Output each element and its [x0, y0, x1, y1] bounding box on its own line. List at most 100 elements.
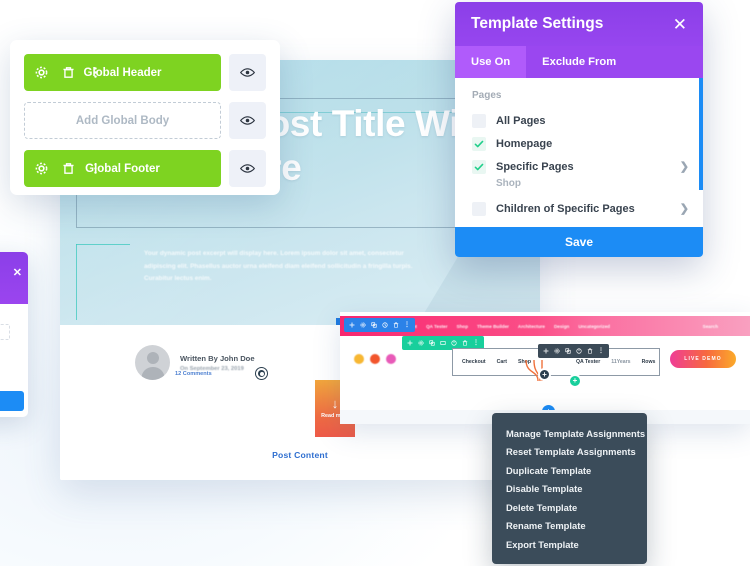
- trash-icon: [393, 322, 399, 328]
- global-template-panel: Global Header Add Global Body Global Foo…: [10, 40, 280, 195]
- option-row-specific-pages[interactable]: Specific Pages ❯: [455, 155, 703, 178]
- twitter-icon[interactable]: [370, 354, 380, 364]
- dots-icon[interactable]: ⋮: [598, 348, 604, 354]
- tab-use-on[interactable]: Use On: [455, 46, 527, 78]
- gear-icon[interactable]: [35, 162, 48, 175]
- trash-icon: [462, 340, 468, 346]
- option-label: Specific Pages: [496, 160, 574, 173]
- secondary-modal-header: ✕: [0, 252, 28, 304]
- instagram-icon[interactable]: [386, 354, 396, 364]
- preview-nav-item[interactable]: Theme Builder: [477, 324, 509, 329]
- global-footer-bar[interactable]: Global Footer: [24, 150, 221, 187]
- template-settings-header: Template Settings ✕: [455, 2, 703, 46]
- option-sublabel-shop: Shop: [496, 178, 521, 189]
- save-button[interactable]: Save: [455, 227, 703, 257]
- preview-add-module-button[interactable]: +: [538, 368, 551, 381]
- check-icon: [474, 163, 484, 170]
- template-settings-modal: Template Settings ✕ Use On Exclude From …: [455, 2, 703, 257]
- preview-menu-item[interactable]: QA Tester: [576, 359, 600, 365]
- checkbox-children-of-specific-pages[interactable]: [472, 201, 486, 216]
- row-add-button[interactable]: [256, 368, 267, 379]
- dots-icon[interactable]: [89, 66, 102, 79]
- close-icon[interactable]: ✕: [13, 268, 22, 279]
- preview-nav-item[interactable]: Shop: [457, 324, 468, 329]
- option-row-children-of-specific-pages[interactable]: Children of Specific Pages ❯: [455, 197, 703, 220]
- preview-nav-item[interactable]: Design: [554, 324, 569, 329]
- template-context-menu: Manage Template Assignments Reset Templa…: [492, 413, 647, 564]
- scrollbar-thumb[interactable]: [699, 78, 703, 190]
- comments-count: 12 Comments: [175, 371, 212, 377]
- add-global-body-button[interactable]: Add Global Body: [24, 102, 221, 139]
- option-label: Children of Specific Pages: [496, 202, 635, 215]
- checkbox-specific-pages[interactable]: [472, 159, 486, 174]
- clone-icon: [371, 322, 377, 328]
- menu-item-duplicate-template[interactable]: Duplicate Template: [492, 461, 647, 480]
- option-label: All Pages: [496, 114, 546, 127]
- menu-item-manage-template-assignments[interactable]: Manage Template Assignments: [492, 424, 647, 443]
- facebook-icon[interactable]: [354, 354, 364, 364]
- preview-add-row-button[interactable]: +: [568, 374, 582, 388]
- avatar: [135, 345, 170, 380]
- live-demo-button[interactable]: LIVE DEMO: [670, 350, 736, 368]
- preview-toolbar-dark[interactable]: ⋮: [538, 344, 609, 358]
- menu-item-reset-template-assignments[interactable]: Reset Template Assignments: [492, 443, 647, 462]
- move-icon: [349, 322, 355, 328]
- gear-icon[interactable]: [35, 66, 48, 79]
- hero-accent-top: [76, 244, 130, 245]
- preview-toolbar-blue[interactable]: ⋮: [344, 318, 415, 332]
- dots-icon[interactable]: [89, 162, 102, 175]
- preview-nav-item[interactable]: QA Tester: [426, 324, 447, 329]
- checkbox-all-pages[interactable]: [472, 113, 486, 128]
- preview-nav-item[interactable]: Uncategorized: [578, 324, 610, 329]
- secondary-modal-save-button[interactable]: [0, 391, 24, 411]
- eye-icon: [240, 116, 255, 125]
- layout-icon: [440, 341, 446, 345]
- layout-icon: [382, 322, 388, 328]
- chevron-right-icon[interactable]: ❯: [680, 202, 689, 215]
- screenshot-stage: Dynamic Post Title Will Display Here You…: [0, 0, 750, 566]
- preview-menu-item[interactable]: 11Years: [611, 359, 630, 365]
- trash-icon[interactable]: [62, 66, 75, 79]
- preview-menu-item[interactable]: Checkout: [462, 359, 486, 365]
- global-footer-visibility-toggle[interactable]: [229, 150, 266, 187]
- move-icon: [407, 340, 413, 346]
- close-icon[interactable]: ✕: [673, 16, 687, 33]
- move-icon: [543, 348, 549, 354]
- tab-exclude-from[interactable]: Exclude From: [526, 46, 632, 78]
- preview-social-icons: [354, 354, 396, 364]
- menu-item-export-template[interactable]: Export Template: [492, 535, 647, 554]
- secondary-modal-dashed-box: [0, 324, 10, 340]
- eye-icon: [240, 164, 255, 173]
- checkbox-homepage[interactable]: [472, 136, 486, 151]
- option-label: Homepage: [496, 137, 553, 150]
- builder-preview-card: ccdunt QA Tester Shop Theme Builder Arch…: [340, 312, 750, 424]
- menu-item-delete-template[interactable]: Delete Template: [492, 498, 647, 517]
- global-body-visibility-toggle[interactable]: [229, 102, 266, 139]
- menu-item-disable-template[interactable]: Disable Template: [492, 480, 647, 499]
- option-row-all-pages[interactable]: All Pages: [455, 109, 703, 132]
- preview-menu-item[interactable]: Cart: [497, 359, 507, 365]
- template-settings-tabs: Use On Exclude From: [455, 46, 703, 78]
- group-label-pages: Pages: [472, 90, 502, 101]
- trash-icon: [587, 348, 593, 354]
- clone-icon: [565, 348, 571, 354]
- preview-nav: ccdunt QA Tester Shop Theme Builder Arch…: [402, 324, 610, 329]
- save-icon: [451, 340, 457, 346]
- secondary-template-settings-modal: ✕ ts: [0, 252, 28, 417]
- preview-search-label[interactable]: Search: [703, 324, 718, 329]
- global-footer-label: Global Footer: [85, 162, 160, 175]
- preview-nav-item[interactable]: Architecture: [518, 324, 545, 329]
- down-arrow-icon: ↓: [331, 396, 339, 411]
- post-content-label: Post Content: [272, 450, 328, 460]
- global-header-visibility-toggle[interactable]: [229, 54, 266, 91]
- eye-icon: [240, 68, 255, 77]
- menu-item-rename-template[interactable]: Rename Template: [492, 517, 647, 536]
- hero-excerpt: Your dynamic post excerpt will display h…: [144, 250, 413, 283]
- option-row-homepage[interactable]: Homepage: [455, 132, 703, 155]
- dots-icon[interactable]: ⋮: [404, 322, 410, 328]
- dots-icon[interactable]: ⋮: [473, 340, 479, 346]
- preview-menu-item[interactable]: Rows: [642, 359, 656, 365]
- trash-icon[interactable]: [62, 162, 75, 175]
- chevron-right-icon[interactable]: ❯: [680, 160, 689, 173]
- global-header-bar[interactable]: Global Header: [24, 54, 221, 91]
